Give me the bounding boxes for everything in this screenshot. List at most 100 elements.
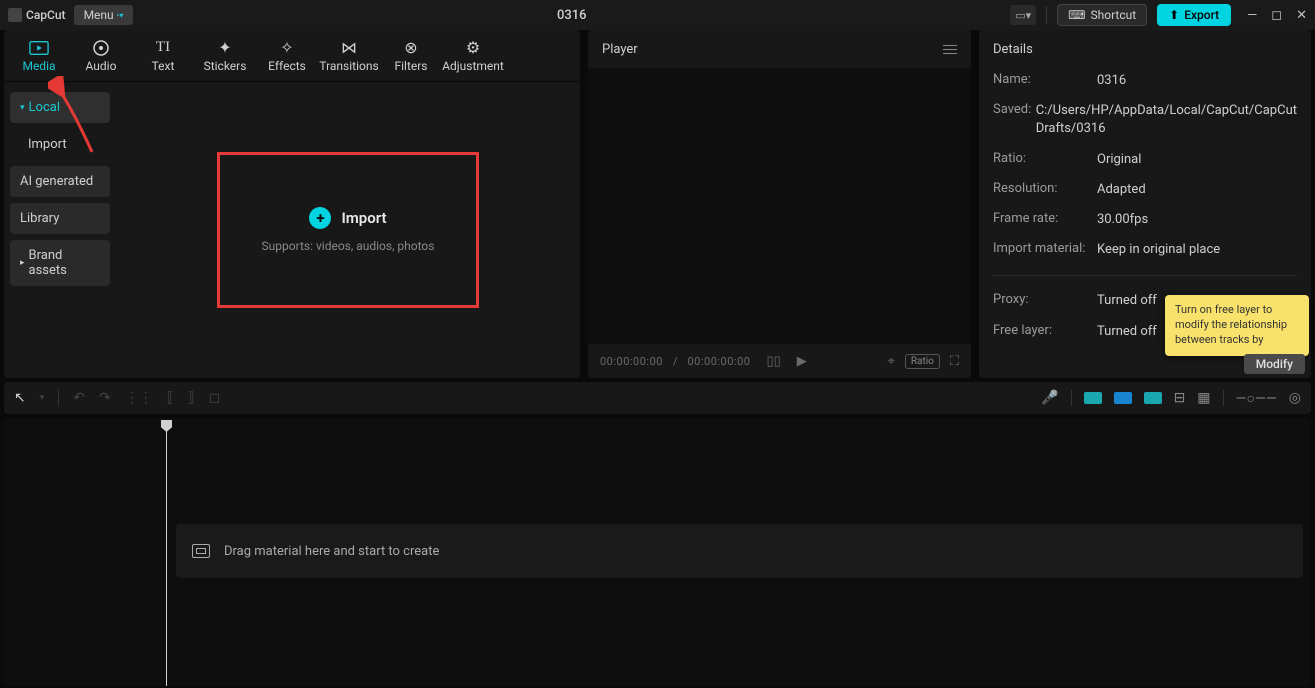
sidebar-item-brand-assets[interactable]: ▸Brand assets: [10, 240, 110, 286]
timeline-track-placeholder[interactable]: Drag material here and start to create: [176, 524, 1303, 578]
clip-icon: [192, 544, 210, 558]
play-button[interactable]: ▶: [797, 354, 807, 369]
player-header: Player: [588, 30, 971, 68]
zoom-fit-button[interactable]: ◎: [1289, 390, 1301, 406]
redo-button[interactable]: ↷: [99, 390, 111, 406]
crop-button[interactable]: ◻: [209, 390, 221, 406]
scan-icon[interactable]: ⌖: [888, 354, 895, 369]
track-toggle-3[interactable]: [1144, 392, 1162, 404]
tab-transitions[interactable]: ⋈ Transitions: [320, 32, 378, 80]
modify-button[interactable]: Modify: [1244, 354, 1305, 374]
sidebar-item-local[interactable]: ▾Local: [10, 92, 110, 123]
tab-media[interactable]: Media: [10, 32, 68, 80]
tab-stickers[interactable]: ✦ Stickers: [196, 32, 254, 80]
divider: [1223, 390, 1224, 406]
menu-button[interactable]: Menu •▾: [74, 5, 134, 25]
titlebar: CapCut Menu •▾ 0316 ▭▾ ⌨ Shortcut ⬆ Expo…: [0, 0, 1315, 30]
tab-effects[interactable]: ✧ Effects: [258, 32, 316, 80]
ratio-button[interactable]: Ratio: [905, 354, 940, 369]
import-label: Import: [341, 209, 386, 227]
audio-icon: [91, 39, 111, 57]
zoom-slider[interactable]: —○——: [1236, 390, 1277, 407]
transitions-icon: ⋈: [339, 39, 359, 57]
align-button[interactable]: ⊟: [1174, 390, 1186, 406]
detail-row-framerate: Frame rate:30.00fps: [993, 211, 1297, 229]
top-tabs: Media Audio TI Text ✦ Stickers ✧ Effects…: [4, 30, 580, 82]
layout-button[interactable]: ▭▾: [1010, 5, 1036, 25]
time-separator: /: [673, 355, 678, 368]
capcut-logo-icon: [8, 8, 22, 22]
app-name: CapCut: [26, 8, 66, 22]
media-area: + Import Supports: videos, audios, photo…: [116, 82, 580, 378]
timeline-right-tools: 🎤 ⊟ ▦ —○—— ◎: [1041, 390, 1301, 407]
export-button[interactable]: ⬆ Export: [1157, 4, 1231, 26]
time-total: 00:00:00:00: [688, 355, 751, 368]
step-icon[interactable]: ▯▯: [766, 354, 780, 369]
selection-tool[interactable]: ↖: [14, 390, 26, 406]
sidebar-item-import[interactable]: Import: [10, 129, 110, 160]
minimize-button[interactable]: —: [1247, 8, 1257, 23]
dropdown-caret-icon: •▾: [117, 11, 124, 20]
caret-icon: ▸: [20, 258, 25, 268]
track-toggle-1[interactable]: [1084, 392, 1102, 404]
fullscreen-icon[interactable]: ⛶: [950, 354, 959, 369]
details-panel: Details Name:0316 Saved:C:/Users/HP/AppD…: [979, 30, 1311, 378]
track-toggle-2[interactable]: [1114, 392, 1132, 404]
undo-button[interactable]: ↶: [73, 390, 85, 406]
text-icon: TI: [153, 39, 173, 57]
trim-right-button[interactable]: ⟧: [188, 390, 195, 406]
tool-dropdown[interactable]: ▾: [40, 393, 45, 403]
player-menu-button[interactable]: [943, 45, 957, 54]
tab-audio[interactable]: Audio: [72, 32, 130, 80]
player-controls: 00:00:00:00 / 00:00:00:00 ▯▯ ▶ ⌖ Ratio ⛶: [588, 344, 971, 378]
import-supports: Supports: videos, audios, photos: [262, 239, 435, 253]
detail-row-import-material: Import material:Keep in original place: [993, 241, 1297, 259]
trim-left-button[interactable]: ⟦: [167, 390, 174, 406]
window-controls: — ◻ ✕: [1247, 8, 1307, 23]
detail-row-name: Name:0316: [993, 72, 1297, 90]
stickers-icon: ✦: [215, 39, 235, 57]
effects-icon: ✧: [277, 39, 297, 57]
import-dropzone[interactable]: + Import Supports: videos, audios, photo…: [217, 152, 479, 308]
tab-filters[interactable]: ⊗ Filters: [382, 32, 440, 80]
maximize-button[interactable]: ◻: [1271, 8, 1282, 23]
layout-icon: ▭▾: [1015, 9, 1031, 22]
detail-row-saved: Saved:C:/Users/HP/AppData/Local/CapCut/C…: [993, 102, 1297, 138]
sidebar-item-library[interactable]: Library: [10, 203, 110, 234]
detail-row-resolution: Resolution:Adapted: [993, 181, 1297, 199]
timeline-toolbar: ↖ ▾ ↶ ↷ ⋮⋮ ⟦ ⟧ ◻ 🎤 ⊟ ▦ —○—— ◎: [4, 382, 1311, 414]
divider: [1071, 390, 1072, 406]
player-title: Player: [602, 42, 638, 57]
upload-icon: ⬆: [1169, 8, 1179, 22]
plus-icon: +: [309, 207, 331, 229]
keyboard-icon: ⌨: [1068, 8, 1085, 22]
shortcut-label: Shortcut: [1090, 8, 1136, 22]
free-layer-tooltip: Turn on free layer to modify the relatio…: [1165, 295, 1309, 356]
app-logo: CapCut: [8, 8, 66, 22]
project-title: 0316: [141, 8, 1002, 23]
tab-adjustment[interactable]: ⚙ Adjustment: [444, 32, 502, 80]
menu-label: Menu: [84, 8, 114, 22]
player-panel: Player 00:00:00:00 / 00:00:00:00 ▯▯ ▶ ⌖ …: [588, 30, 971, 378]
titlebar-right: ▭▾ ⌨ Shortcut ⬆ Export — ◻ ✕: [1010, 4, 1307, 26]
divider: [58, 390, 59, 406]
snap-button[interactable]: ▦: [1197, 390, 1210, 406]
side-nav: ▾Local Import AI generated Library ▸Bran…: [4, 82, 116, 378]
close-button[interactable]: ✕: [1296, 8, 1307, 23]
details-header: Details: [979, 30, 1311, 68]
timeline[interactable]: Drag material here and start to create: [4, 418, 1311, 686]
detail-row-ratio: Ratio:Original: [993, 151, 1297, 169]
player-viewport[interactable]: [588, 68, 971, 344]
split-button[interactable]: ⋮⋮: [125, 390, 153, 406]
media-panel: Media Audio TI Text ✦ Stickers ✧ Effects…: [4, 30, 580, 378]
sidebar-item-ai-generated[interactable]: AI generated: [10, 166, 110, 197]
export-label: Export: [1184, 8, 1219, 22]
adjustment-icon: ⚙: [463, 39, 483, 57]
shortcut-button[interactable]: ⌨ Shortcut: [1057, 4, 1147, 26]
caret-icon: ▾: [20, 103, 25, 113]
tab-text[interactable]: TI Text: [134, 32, 192, 80]
mic-button[interactable]: 🎤: [1041, 390, 1058, 406]
details-title: Details: [993, 42, 1033, 57]
time-current: 00:00:00:00: [600, 355, 663, 368]
playhead[interactable]: [166, 422, 167, 686]
